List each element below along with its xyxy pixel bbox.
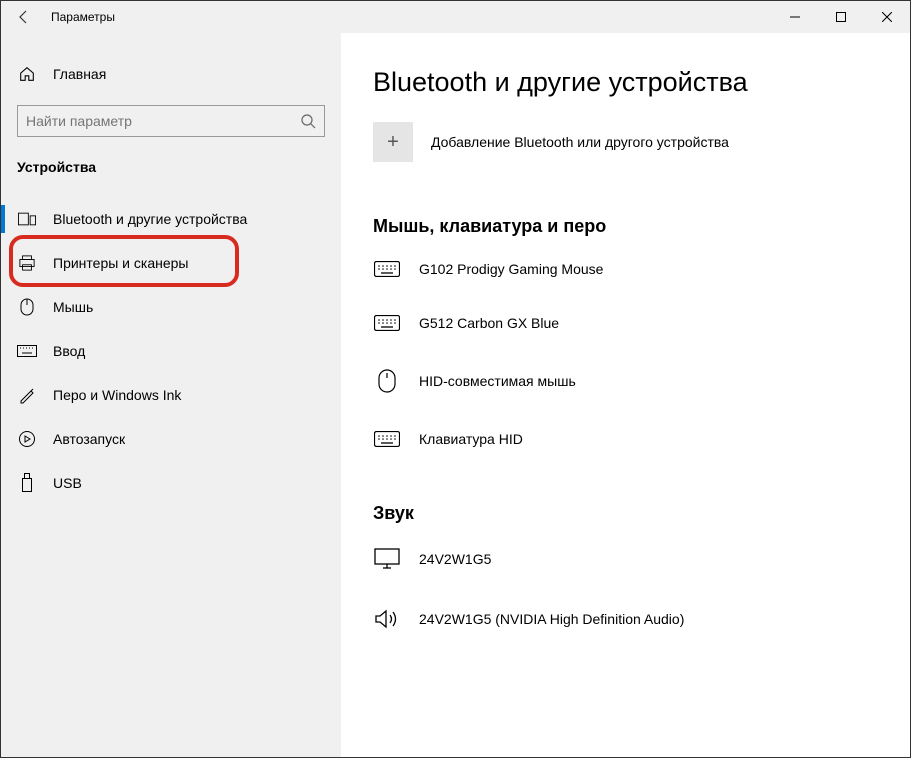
search-input[interactable] [26, 113, 300, 129]
sidebar-item-pen[interactable]: Перо и Windows Ink [1, 373, 341, 417]
keyboard-icon [373, 261, 401, 277]
home-icon [17, 65, 37, 83]
category-heading: Устройства [1, 155, 341, 197]
printer-icon [17, 255, 37, 271]
device-item[interactable]: Клавиатура HID [373, 421, 870, 475]
section-heading: Мышь, клавиатура и перо [373, 216, 870, 237]
sidebar-item-input[interactable]: Ввод [1, 329, 341, 373]
device-label: HID-совместимая мышь [419, 373, 576, 389]
device-label: G102 Prodigy Gaming Mouse [419, 261, 603, 277]
sidebar-item-usb[interactable]: USB [1, 461, 341, 505]
window-title: Параметры [51, 10, 115, 24]
sidebar-item-label: Мышь [53, 299, 93, 315]
home-link[interactable]: Главная [1, 57, 341, 91]
device-item[interactable]: G102 Prodigy Gaming Mouse [373, 251, 870, 305]
devices-icon [17, 212, 37, 226]
device-label: Клавиатура HID [419, 431, 523, 447]
device-label: 24V2W1G5 [419, 551, 491, 567]
pen-icon [17, 386, 37, 404]
sidebar-item-label: Ввод [53, 343, 85, 359]
device-item[interactable]: 24V2W1G5 (NVIDIA High Definition Audio) [373, 598, 870, 658]
sidebar-item-mouse[interactable]: Мышь [1, 285, 341, 329]
sidebar-item-label: Bluetooth и другие устройства [53, 211, 247, 227]
back-button[interactable] [1, 1, 47, 33]
section-heading: Звук [373, 503, 870, 524]
add-device-label: Добавление Bluetooth или другого устройс… [431, 134, 729, 150]
device-item[interactable]: HID-совместимая мышь [373, 359, 870, 421]
sidebar-item-printers[interactable]: Принтеры и сканеры [1, 241, 341, 285]
sidebar-item-label: Принтеры и сканеры [53, 255, 188, 271]
sidebar-item-label: Перо и Windows Ink [53, 387, 181, 403]
device-label: 24V2W1G5 (NVIDIA High Definition Audio) [419, 611, 684, 627]
search-box[interactable] [17, 105, 325, 137]
titlebar: Параметры [1, 1, 910, 33]
minimize-button[interactable] [772, 1, 818, 33]
page-title: Bluetooth и другие устройства [373, 67, 870, 98]
sidebar-item-autoplay[interactable]: Автозапуск [1, 417, 341, 461]
search-icon [300, 113, 316, 129]
mouse-icon [17, 298, 37, 316]
sidebar: Главная Устройства Bluetooth и другие ус… [1, 33, 341, 757]
monitor-icon [373, 548, 401, 570]
home-label: Главная [53, 66, 106, 82]
speaker-icon [373, 608, 401, 630]
maximize-button[interactable] [818, 1, 864, 33]
sidebar-item-label: Автозапуск [53, 431, 125, 447]
autoplay-icon [17, 430, 37, 448]
close-button[interactable] [864, 1, 910, 33]
keyboard-icon [373, 315, 401, 331]
usb-icon [17, 473, 37, 493]
mouse-icon [373, 369, 401, 393]
keyboard-icon [373, 431, 401, 447]
sidebar-item-bluetooth[interactable]: Bluetooth и другие устройства [1, 197, 341, 241]
plus-icon: + [373, 122, 413, 162]
main-content: Bluetooth и другие устройства + Добавлен… [341, 33, 910, 757]
device-label: G512 Carbon GX Blue [419, 315, 559, 331]
add-device-button[interactable]: + Добавление Bluetooth или другого устро… [373, 122, 870, 162]
device-item[interactable]: 24V2W1G5 [373, 538, 870, 598]
device-item[interactable]: G512 Carbon GX Blue [373, 305, 870, 359]
sidebar-item-label: USB [53, 475, 82, 491]
keyboard-icon [17, 345, 37, 357]
